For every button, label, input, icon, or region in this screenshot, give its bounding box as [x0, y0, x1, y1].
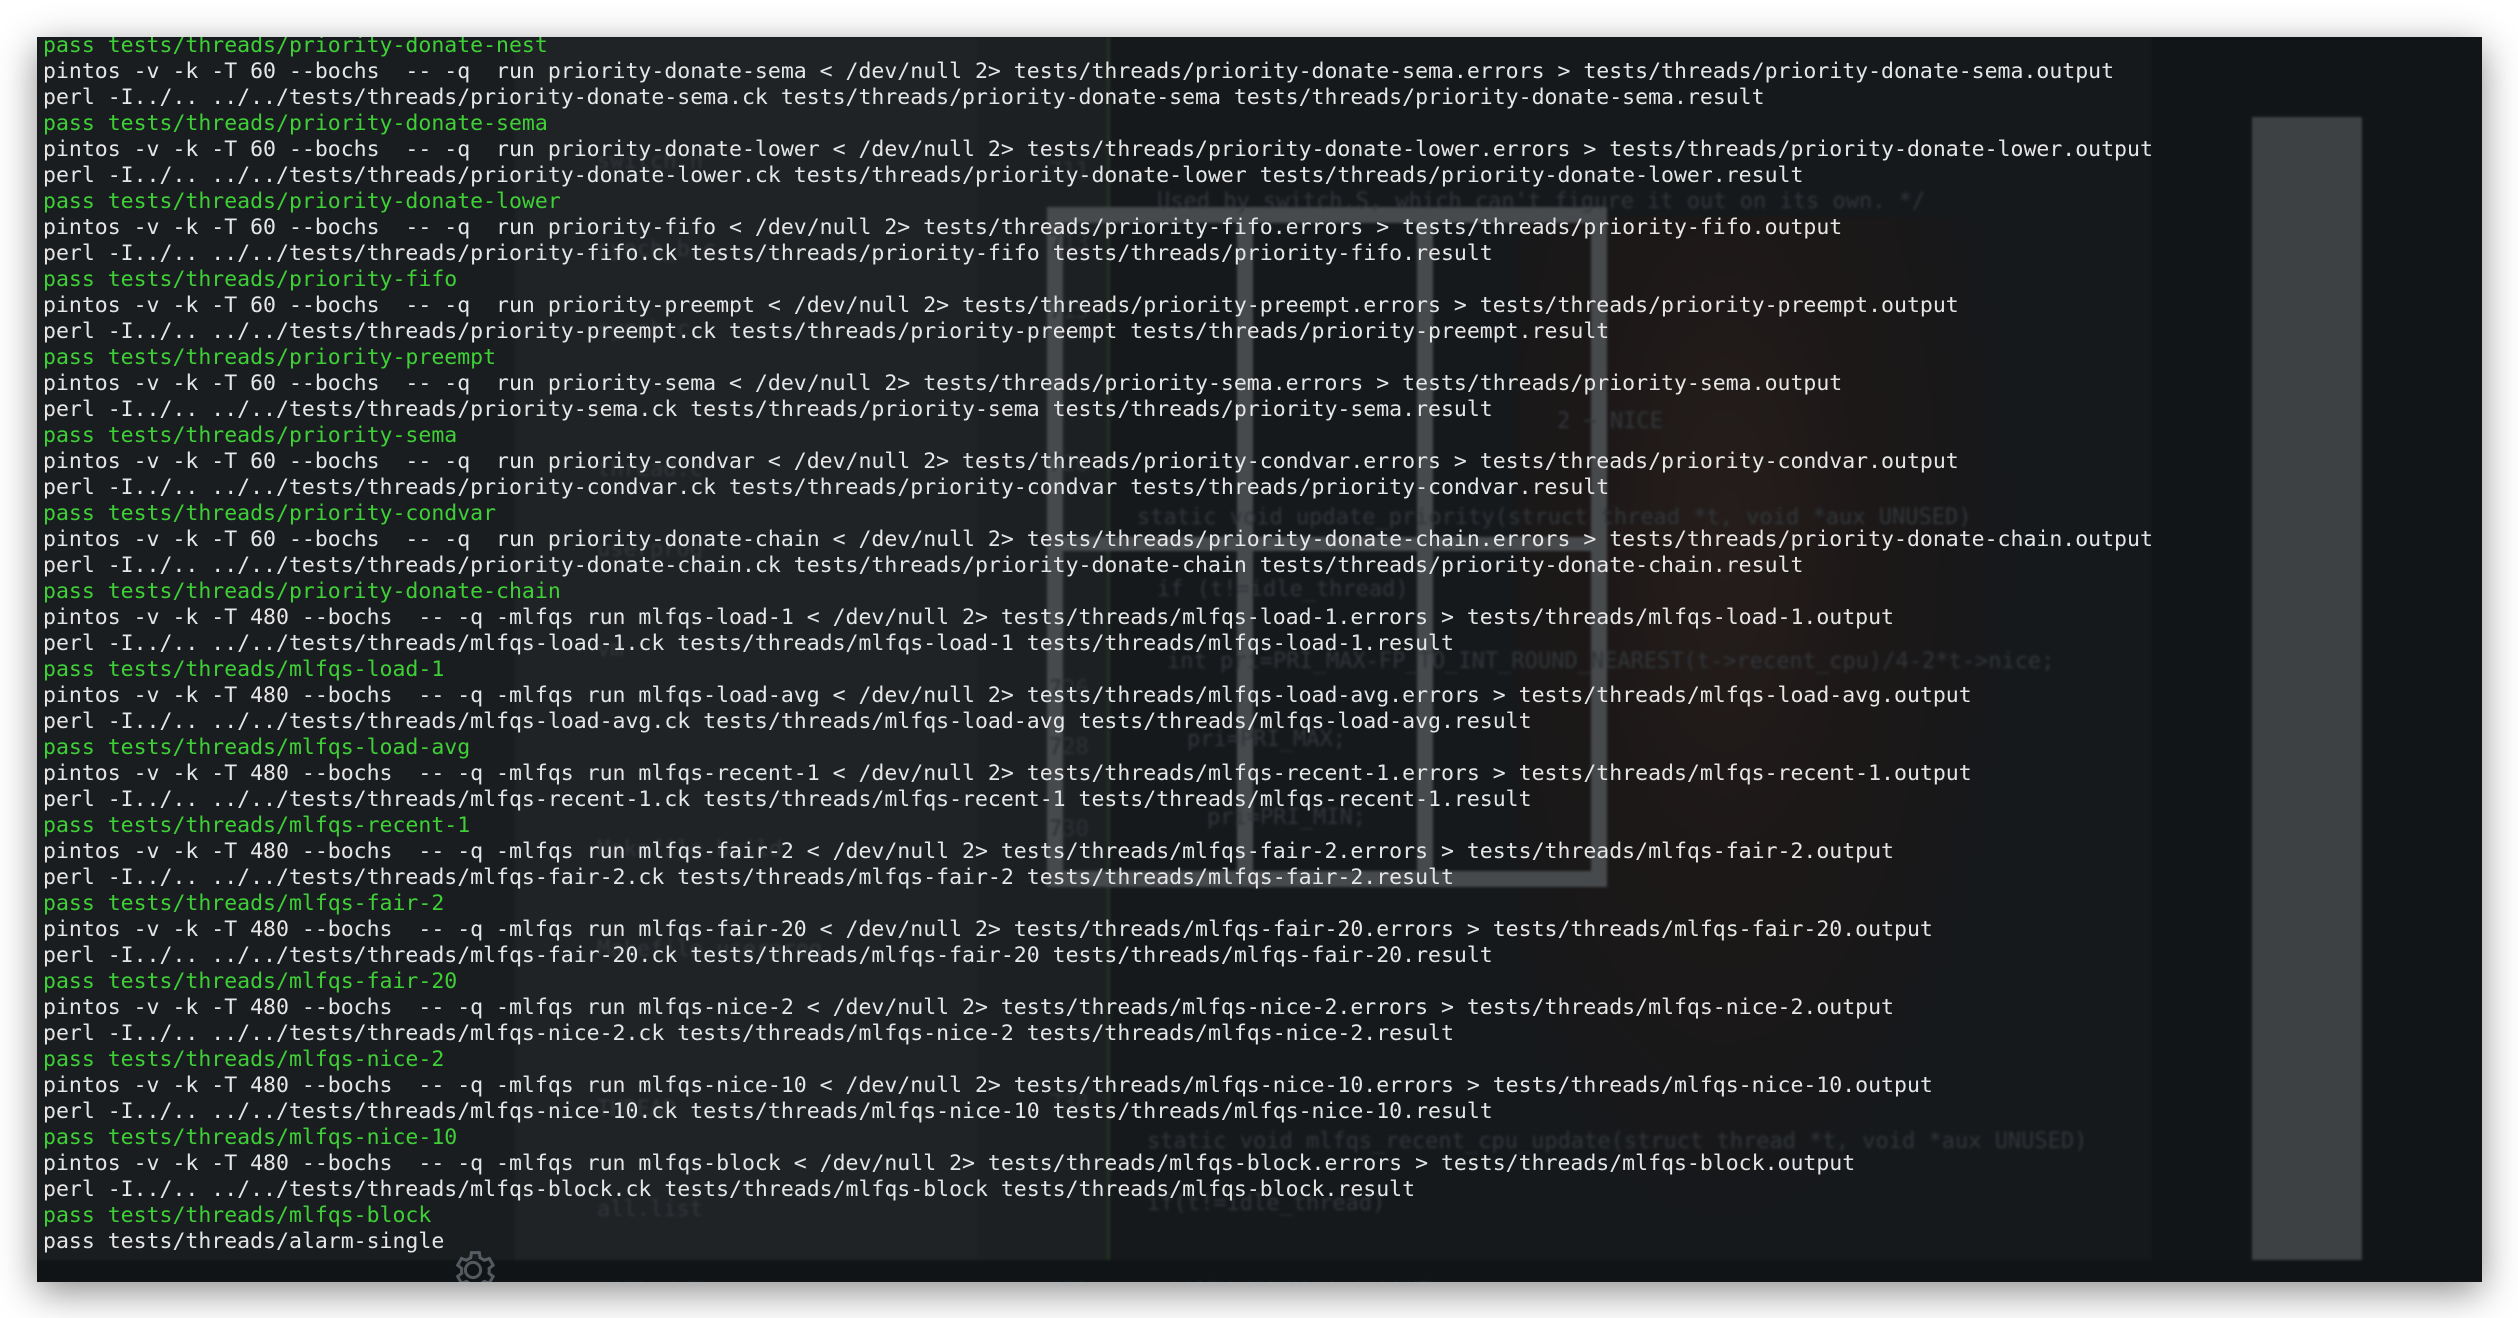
test-pass-line: pass tests/threads/priority-sema — [43, 423, 458, 448]
command-line: perl -I../.. ../../tests/threads/priorit… — [43, 241, 1493, 266]
terminal-window[interactable]: switch.hsynch_b.csynch.cthread.cuserprog… — [37, 37, 2482, 1282]
command-line: perl -I../.. ../../tests/threads/mlfqs-f… — [43, 865, 1454, 890]
test-pass-line: pass tests/threads/mlfqs-nice-2 — [43, 1047, 445, 1072]
command-line: pintos -v -k -T 60 --bochs -- -q run pri… — [43, 449, 1959, 474]
gear-icon — [447, 1244, 499, 1282]
command-line: perl -I../.. ../../tests/threads/priorit… — [43, 475, 1610, 500]
command-line: pintos -v -k -T 480 --bochs -- -q -mlfqs… — [43, 605, 1895, 630]
command-line: perl -I../.. ../../tests/threads/mlfqs-f… — [43, 943, 1493, 968]
command-line: pintos -v -k -T 60 --bochs -- -q run pri… — [43, 137, 2153, 162]
command-line: perl -I../.. ../../tests/threads/priorit… — [43, 163, 1804, 188]
test-pass-line: pass tests/threads/mlfqs-block — [43, 1203, 432, 1228]
test-pass-line: pass tests/threads/priority-fifo — [43, 267, 458, 292]
command-line: pintos -v -k -T 60 --bochs -- -q run pri… — [43, 371, 1843, 396]
test-result-line: pass tests/threads/alarm-single — [43, 1229, 445, 1254]
command-line: pintos -v -k -T 480 --bochs -- -q -mlfqs… — [43, 761, 1972, 786]
command-line: pintos -v -k -T 480 --bochs -- -q -mlfqs… — [43, 995, 1895, 1020]
test-pass-line: pass tests/threads/priority-condvar — [43, 501, 497, 526]
command-line: pintos -v -k -T 480 --bochs -- -q -mlfqs… — [43, 683, 1972, 708]
command-line: perl -I../.. ../../tests/threads/mlfqs-b… — [43, 1177, 1416, 1202]
test-pass-line: pass tests/threads/mlfqs-nice-10 — [43, 1125, 458, 1150]
test-pass-line: pass tests/threads/mlfqs-fair-20 — [43, 969, 458, 994]
test-pass-line: pass tests/threads/priority-donate-sema — [43, 111, 548, 136]
test-pass-line: pass tests/threads/priority-donate-lower — [43, 189, 561, 214]
command-line: pintos -v -k -T 60 --bochs -- -q run pri… — [43, 215, 1843, 240]
terminal-output[interactable]: pass tests/threads/priority-donate-nest p… — [37, 37, 2482, 1282]
command-line: perl -I../.. ../../tests/threads/mlfqs-l… — [43, 631, 1454, 656]
command-line: pintos -v -k -T 480 --bochs -- -q -mlfqs… — [43, 839, 1895, 864]
command-line: perl -I../.. ../../tests/threads/mlfqs-n… — [43, 1021, 1454, 1046]
command-line: perl -I../.. ../../tests/threads/priorit… — [43, 553, 1804, 578]
command-line: perl -I../.. ../../tests/threads/priorit… — [43, 397, 1493, 422]
test-pass-line: pass tests/threads/mlfqs-recent-1 — [43, 813, 471, 838]
command-line: pintos -v -k -T 480 --bochs -- -q -mlfqs… — [43, 917, 1933, 942]
command-line: perl -I../.. ../../tests/threads/priorit… — [43, 319, 1610, 344]
command-line: pintos -v -k -T 60 --bochs -- -q run pri… — [43, 293, 1959, 318]
command-line: perl -I../.. ../../tests/threads/mlfqs-n… — [43, 1099, 1493, 1124]
terminal-lines: pass tests/threads/priority-donate-nest p… — [43, 37, 2153, 1255]
test-pass-line: pass tests/threads/mlfqs-load-1 — [43, 657, 445, 682]
command-line: perl -I../.. ../../tests/threads/priorit… — [43, 85, 1765, 110]
command-line: perl -I../.. ../../tests/threads/mlfqs-r… — [43, 787, 1532, 812]
command-line: pintos -v -k -T 480 --bochs -- -q -mlfqs… — [43, 1073, 1933, 1098]
command-line: pintos -v -k -T 480 --bochs -- -q -mlfqs… — [43, 1151, 1856, 1176]
command-line: perl -I../.. ../../tests/threads/mlfqs-l… — [43, 709, 1532, 734]
test-pass-line: pass tests/threads/mlfqs-fair-2 — [43, 891, 445, 916]
test-pass-line: pass tests/threads/priority-donate-chain — [43, 579, 561, 604]
test-pass-line: pass tests/threads/priority-preempt — [43, 345, 497, 370]
test-pass-line: pass tests/threads/mlfqs-load-avg — [43, 735, 471, 760]
test-pass-line: pass tests/threads/priority-donate-nest — [43, 37, 548, 58]
command-line: pintos -v -k -T 60 --bochs -- -q run pri… — [43, 527, 2153, 552]
command-line: pintos -v -k -T 60 --bochs -- -q run pri… — [43, 59, 2115, 84]
